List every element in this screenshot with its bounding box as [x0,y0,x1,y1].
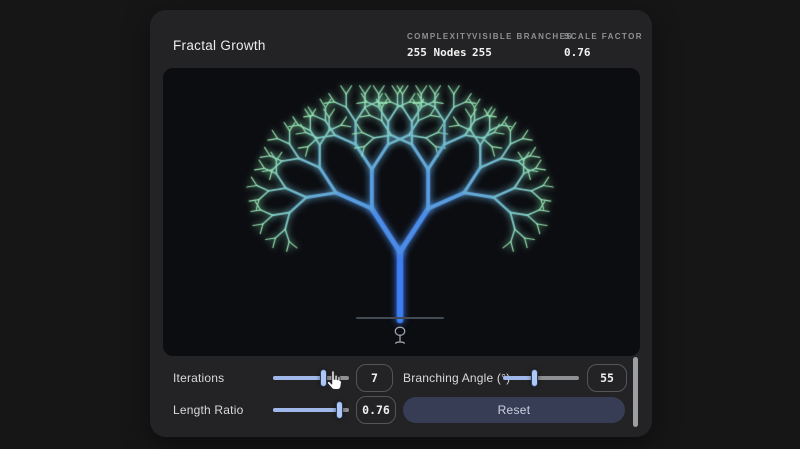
stat-complexity-label: COMPLEXITY [407,32,474,41]
iterations-label: Iterations [173,371,225,385]
branching-angle-value-box[interactable]: 55 [587,364,627,392]
length-ratio-slider-fill [273,408,340,412]
iterations-slider[interactable] [273,369,349,387]
iterations-slider-fill [273,376,324,380]
iterations-value-box[interactable]: 7 [356,364,393,392]
length-ratio-value-box[interactable]: 0.76 [356,396,396,424]
ground-line [356,317,444,319]
iterations-slider-thumb[interactable] [320,369,328,387]
stat-visible-branches-value: 255 [472,46,492,59]
page-title: Fractal Growth [173,38,266,53]
page-background: Fractal Growth COMPLEXITY 255 Nodes VISI… [0,0,800,449]
branching-angle-label: Branching Angle (°) [403,371,511,385]
branching-angle-slider-fill [503,376,535,380]
fractal-growth-panel: Fractal Growth COMPLEXITY 255 Nodes VISI… [150,10,652,437]
branching-angle-slider-thumb[interactable] [531,369,539,387]
length-ratio-slider[interactable] [273,401,349,419]
stat-complexity: COMPLEXITY 255 Nodes [407,32,473,59]
stat-scale-factor-label: SCALE FACTOR [564,32,643,41]
stat-scale-factor-value: 0.76 [564,46,591,59]
stat-complexity-value: 255 Nodes [407,46,467,59]
tree-icon [394,326,406,344]
length-ratio-label: Length Ratio [173,403,244,417]
branching-angle-slider[interactable] [503,369,579,387]
stat-scale-factor: SCALE FACTOR 0.76 [564,32,643,59]
stat-visible-branches: VISIBLE BRANCHES 255 [472,32,573,59]
length-ratio-slider-thumb[interactable] [336,401,344,419]
scrollbar-thumb[interactable] [633,357,638,427]
stat-visible-branches-label: VISIBLE BRANCHES [472,32,574,41]
fractal-canvas[interactable] [163,68,640,356]
fractal-canvas-area [163,68,640,356]
reset-button[interactable]: Reset [403,397,625,423]
